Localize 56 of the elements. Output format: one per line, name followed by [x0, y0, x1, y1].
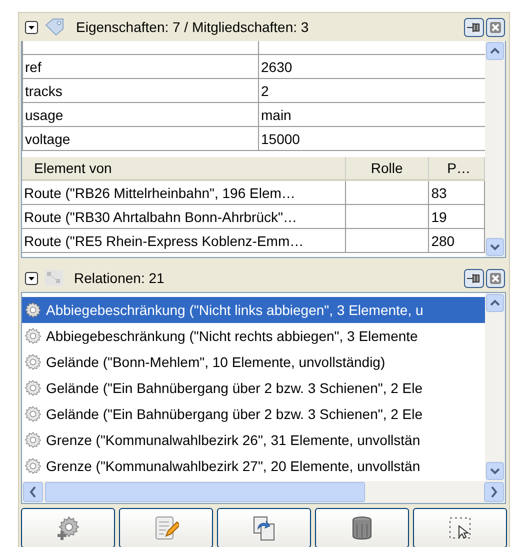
relation-item[interactable]: Gelände ("Bonn-Mehlem", 10 Elemente, unvollständig) — [22, 349, 485, 375]
panel-title: Relationen: 21 — [74, 270, 166, 286]
membership-cell: Route ("RB30 Ahrtalbahn Bonn-Ahrbrück"… — [22, 205, 346, 228]
membership-cell: Route ("RE5 Rhein-Express Koblenz-Emm… — [22, 229, 346, 252]
tag-key: voltage — [23, 127, 259, 150]
tag-value: main — [260, 106, 292, 124]
vertical-scrollbar[interactable] — [485, 41, 505, 257]
gear-icon — [24, 353, 42, 371]
tag-value: 2630 — [260, 58, 294, 76]
pin-icon[interactable] — [464, 18, 484, 36]
scroll-thumb[interactable] — [45, 482, 365, 502]
collapse-toggle-icon[interactable] — [25, 20, 38, 34]
gear-plus-icon — [55, 515, 81, 541]
tag-value: 15000 — [260, 130, 301, 148]
membership-cell: Route ("RB26 Mittelrheinbahn", 196 Elem… — [22, 181, 346, 204]
add-button[interactable] — [21, 508, 115, 547]
gear-icon — [24, 301, 42, 319]
relation-item[interactable]: Abbiegebeschränkung ("Nicht rechts abbiegen", 3 Elemente — [22, 323, 485, 349]
delete-button[interactable] — [315, 508, 409, 547]
copy-icon — [251, 515, 277, 541]
pin-icon[interactable] — [464, 268, 484, 288]
relation-item[interactable]: Grenze ("Kommunalwahlbezirk 27", 20 Elemente, unvollstän — [22, 453, 485, 479]
scroll-up-icon[interactable] — [486, 42, 504, 60]
horizontal-scrollbar[interactable] — [22, 481, 505, 503]
tag-key: ref — [23, 55, 259, 78]
gear-icon — [24, 379, 42, 397]
selection-cursor-icon — [447, 515, 473, 541]
column-header[interactable]: Element von — [22, 157, 346, 179]
gear-icon — [24, 327, 42, 345]
scroll-down-icon[interactable] — [486, 462, 504, 480]
vertical-scrollbar[interactable] — [485, 293, 505, 481]
tag-value: 2 — [260, 82, 270, 100]
relation-item[interactable]: Grenze ("Kommunalwahlbezirk 26", 31 Elemente, unvollstän — [22, 427, 485, 453]
panel-title: Eigenschaften: 7 / Mitgliedschaften: 3 — [76, 19, 310, 35]
collapse-toggle-icon[interactable] — [25, 272, 38, 284]
edit-button[interactable] — [119, 508, 213, 547]
relation-item[interactable]: Abbiegebeschränkung ("Nicht links abbiegen", 3 Elemente, u — [22, 297, 485, 323]
duplicate-button[interactable] — [217, 508, 311, 547]
tag-icon — [44, 18, 66, 36]
gear-icon — [24, 405, 42, 423]
scroll-left-icon[interactable] — [23, 482, 43, 502]
relation-item[interactable]: Gelände ("Ein Bahnübergang über 2 bzw. 3 Schienen", 2 Ele — [22, 401, 485, 427]
tag-key: usage — [23, 103, 259, 126]
close-icon[interactable] — [486, 268, 505, 288]
relation-item[interactable]: Gelände ("Ein Bahnübergang über 2 bzw. 3 Schienen", 2 Ele — [22, 375, 485, 401]
relation-icon — [44, 269, 64, 287]
scroll-right-icon[interactable] — [484, 482, 504, 502]
gear-icon — [24, 457, 42, 475]
scroll-down-icon[interactable] — [486, 238, 504, 256]
close-icon[interactable] — [486, 18, 505, 36]
select-button[interactable] — [413, 508, 507, 547]
edit-document-icon — [153, 515, 179, 541]
column-header[interactable]: Rolle — [346, 157, 430, 179]
gear-icon — [24, 431, 42, 449]
scroll-up-icon[interactable] — [486, 294, 504, 312]
tag-key: tracks — [23, 79, 259, 102]
